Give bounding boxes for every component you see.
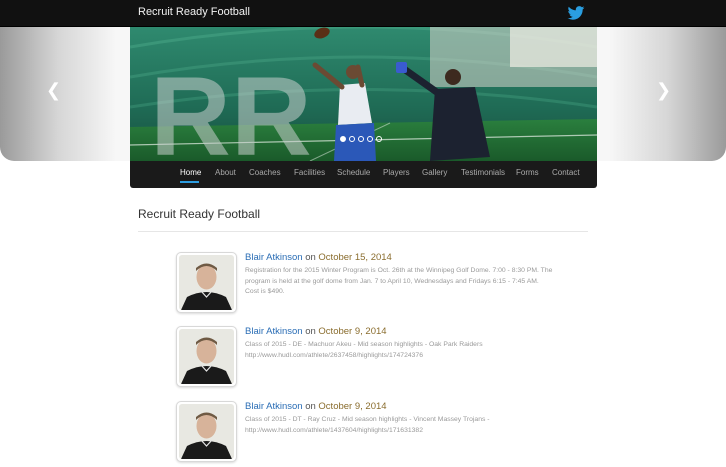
twitter-icon[interactable] — [567, 6, 585, 20]
post-author[interactable]: Blair Atkinson — [245, 401, 303, 412]
post-body-line: http://www.hudl.com/athlete/2637458/high… — [245, 351, 423, 359]
author-avatar[interactable] — [176, 326, 237, 387]
nav-schedule[interactable]: Schedule — [337, 168, 370, 177]
top-bar — [0, 0, 726, 27]
active-nav-indicator — [180, 181, 199, 183]
chevron-right-icon[interactable]: ❯ — [656, 82, 671, 100]
post-date[interactable]: October 15, 2014 — [318, 252, 391, 263]
carousel-dot[interactable] — [349, 136, 355, 142]
post-title: Blair Atkinson on October 15, 2014 — [245, 252, 392, 263]
post-author[interactable]: Blair Atkinson — [245, 252, 303, 263]
post-on-text: on — [305, 252, 316, 263]
post-body: Class of 2015 - DE - Machuor Akeu - Mid … — [245, 340, 555, 361]
divider — [138, 231, 588, 232]
post-body-line: Cost is $490. — [245, 288, 285, 296]
logo-letters: RR — [150, 54, 312, 161]
nav-coaches[interactable]: Coaches — [249, 168, 281, 177]
carousel-dot[interactable] — [340, 136, 346, 142]
post-body: Registration for the 2015 Winter Program… — [245, 266, 555, 298]
nav-contact[interactable]: Contact — [552, 168, 580, 177]
nav-gallery[interactable]: Gallery — [422, 168, 447, 177]
post-body: Class of 2015 - DT - Ray Cruz - Mid seas… — [245, 415, 555, 436]
post-title: Blair Atkinson on October 9, 2014 — [245, 326, 387, 337]
carousel-dot[interactable] — [367, 136, 373, 142]
page-title: Recruit Ready Football — [138, 207, 261, 221]
carousel-indicators — [340, 136, 382, 142]
post-body-line: Class of 2015 - DE - Machuor Akeu - Mid … — [245, 341, 483, 348]
nav-testimonials[interactable]: Testimonials — [461, 168, 505, 177]
post-date[interactable]: October 9, 2014 — [318, 401, 386, 412]
carousel-dot[interactable] — [358, 136, 364, 142]
nav-players[interactable]: Players — [383, 168, 410, 177]
nav-home[interactable]: Home — [180, 168, 201, 177]
chevron-left-icon[interactable]: ❮ — [46, 82, 61, 100]
post-body-line: Class of 2015 - DT - Ray Cruz - Mid seas… — [245, 416, 490, 423]
site-brand[interactable]: Recruit Ready Football — [138, 6, 250, 18]
post-title: Blair Atkinson on October 9, 2014 — [245, 401, 387, 412]
post-body-line: Registration for the 2015 Winter Program… — [245, 267, 553, 274]
carousel-dot[interactable] — [376, 136, 382, 142]
post-body-line: http://www.hudl.com/athlete/1437604/high… — [245, 426, 423, 434]
post-author[interactable]: Blair Atkinson — [245, 326, 303, 337]
post-body-line: program is held at the golf dome from Ja… — [245, 277, 539, 285]
nav-about[interactable]: About — [215, 168, 236, 177]
post-on-text: on — [305, 401, 316, 412]
nav-facilities[interactable]: Facilities — [294, 168, 325, 177]
post-on-text: on — [305, 326, 316, 337]
nav-forms[interactable]: Forms — [516, 168, 539, 177]
post-date[interactable]: October 9, 2014 — [318, 326, 386, 337]
author-avatar[interactable] — [176, 252, 237, 313]
author-avatar[interactable] — [176, 401, 237, 462]
